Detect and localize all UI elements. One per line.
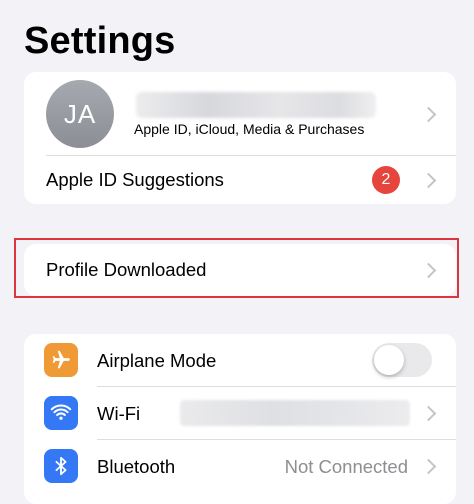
apple-id-subtitle: Apple ID, iCloud, Media & Purchases bbox=[134, 121, 365, 137]
chevron-right-icon bbox=[420, 172, 437, 189]
notification-badge: 2 bbox=[372, 166, 400, 194]
chevron-right-icon bbox=[420, 405, 437, 422]
apple-id-suggestions-row[interactable]: Apple ID Suggestions 2 bbox=[24, 156, 456, 204]
airplane-mode-toggle[interactable] bbox=[372, 343, 432, 377]
connectivity-card: Airplane Mode Wi-Fi Bluetooth Not Connec… bbox=[24, 334, 456, 504]
wifi-label: Wi-Fi bbox=[97, 403, 141, 424]
page-title: Settings bbox=[24, 20, 176, 62]
redacted-network-name bbox=[180, 400, 410, 426]
airplane-mode-label: Airplane Mode bbox=[97, 350, 217, 371]
chevron-right-icon bbox=[420, 106, 437, 123]
airplane-mode-row: Airplane Mode bbox=[24, 334, 456, 386]
chevron-right-icon bbox=[420, 458, 437, 475]
redacted-account-name bbox=[136, 92, 376, 118]
apple-id-row[interactable]: JA Apple ID, iCloud, Media & Purchases bbox=[24, 72, 456, 155]
airplane-icon bbox=[44, 343, 78, 377]
bluetooth-row[interactable]: Bluetooth Not Connected bbox=[24, 440, 456, 492]
bluetooth-label: Bluetooth bbox=[97, 456, 176, 477]
highlight-annotation bbox=[14, 238, 459, 298]
toggle-knob bbox=[374, 345, 404, 375]
wifi-row[interactable]: Wi-Fi bbox=[24, 387, 456, 439]
avatar: JA bbox=[46, 80, 114, 148]
bluetooth-icon bbox=[44, 449, 78, 483]
bluetooth-status: Not Connected bbox=[284, 456, 408, 477]
wifi-icon bbox=[44, 396, 78, 430]
account-card: JA Apple ID, iCloud, Media & Purchases A… bbox=[24, 72, 456, 204]
apple-id-suggestions-label: Apple ID Suggestions bbox=[46, 169, 224, 190]
